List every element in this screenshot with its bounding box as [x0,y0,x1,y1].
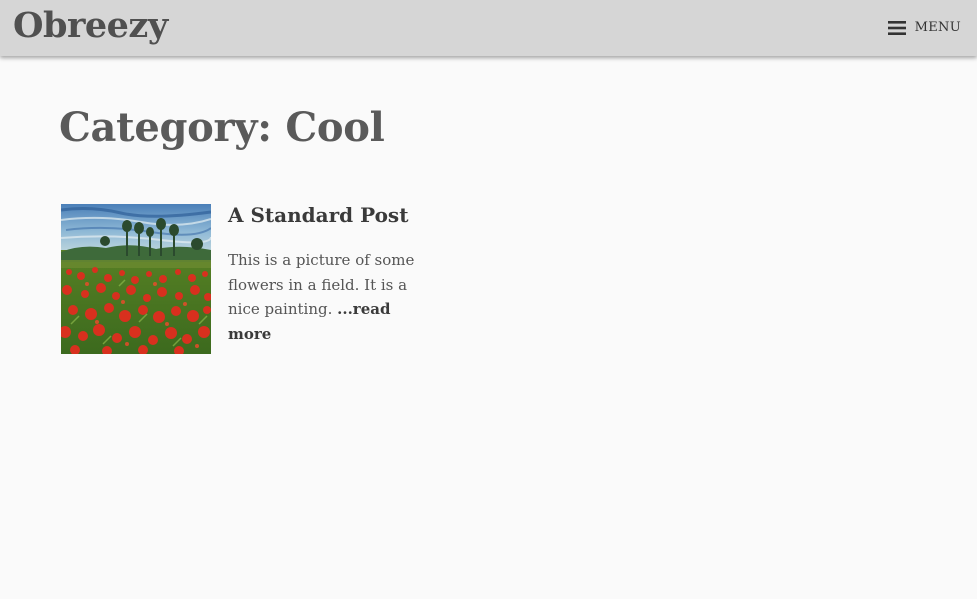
post-excerpt: This is a picture of some flowers in a f… [228,248,418,346]
page-title: Category: Cool [59,104,385,151]
site-header: Obreezy MENU [0,0,977,56]
site-title-link[interactable]: Obreezy [13,3,168,49]
hamburger-menu-icon [887,21,906,35]
post-item: A Standard Post This is a picture of som… [61,202,421,354]
post-title-link[interactable]: A Standard Post [228,202,408,228]
menu-label: MENU [914,20,961,35]
menu-button[interactable]: MENU [887,18,961,38]
post-thumbnail-image[interactable] [61,204,211,354]
poppy-field-painting-thumbnail [61,204,211,354]
